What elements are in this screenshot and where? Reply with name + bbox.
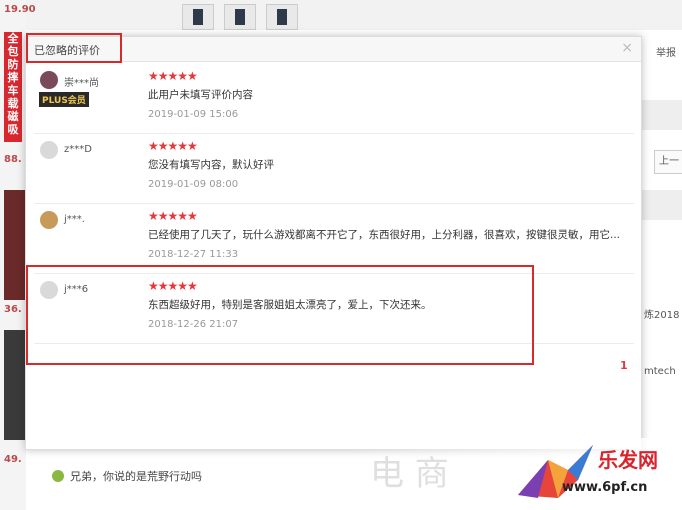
star-rating: ★★★★★ bbox=[148, 209, 198, 223]
product-thumbnail[interactable] bbox=[266, 4, 298, 30]
ignored-reviews-dialog: 已忽略的评价 × 崇***尚 PLUS会员 ★★★★★ 此用户未填写评价内容 2… bbox=[25, 36, 642, 450]
avatar bbox=[40, 141, 58, 159]
price-text: 36. bbox=[4, 304, 22, 315]
review-date: 2019-01-09 15:06 bbox=[148, 109, 239, 120]
review-username: z***D bbox=[64, 144, 92, 155]
star-rating: ★★★★★ bbox=[148, 139, 198, 153]
watermark-url: www.6pf.cn bbox=[562, 480, 648, 495]
highlight-box-review bbox=[26, 265, 534, 365]
right-band bbox=[640, 100, 682, 130]
right-product-text: 炼2018 bbox=[644, 310, 680, 321]
avatar bbox=[40, 71, 58, 89]
report-link[interactable]: 举报 bbox=[656, 44, 676, 59]
review-content: 您没有填写内容，默认好评 bbox=[148, 159, 274, 171]
review-username: 崇***尚 bbox=[64, 78, 99, 89]
star-rating: ★★★★★ bbox=[148, 69, 198, 83]
footer-comment-text: 兄弟，你说的是荒野行动吗 bbox=[70, 470, 202, 483]
price-text: 49. bbox=[4, 454, 22, 465]
review-content: 已经使用了几天了，玩什么游戏都离不开它了，东西很好用，上分利器，很喜欢，按键很灵… bbox=[148, 229, 621, 241]
review-content: 此用户未填写评价内容 bbox=[148, 89, 253, 101]
review-date: 2019-01-09 08:00 bbox=[148, 179, 239, 190]
review-date: 2018-12-27 11:33 bbox=[148, 249, 239, 260]
price-text: 88. bbox=[4, 154, 22, 165]
review-item: j***. ★★★★★ 已经使用了几天了，玩什么游戏都离不开它了，东西很好用，上… bbox=[34, 205, 634, 274]
watermark-text: 电 商 bbox=[370, 454, 449, 494]
prev-button[interactable]: 上一 bbox=[654, 150, 682, 174]
top-strip bbox=[0, 0, 682, 30]
product-thumbnail[interactable] bbox=[224, 4, 256, 30]
plus-member-badge: PLUS会员 bbox=[39, 92, 89, 107]
promo-banner: 全包防摔车载磁吸 bbox=[4, 32, 22, 142]
smile-icon bbox=[52, 470, 64, 482]
close-icon[interactable]: × bbox=[621, 40, 633, 56]
right-band bbox=[640, 190, 682, 220]
watermark-brand: 乐发网 bbox=[598, 448, 658, 472]
review-item: z***D ★★★★★ 您没有填写内容，默认好评 2019-01-09 08:0… bbox=[34, 135, 634, 204]
product-image[interactable] bbox=[4, 190, 26, 300]
highlight-box-title bbox=[26, 33, 122, 63]
product-thumbnail[interactable] bbox=[182, 4, 214, 30]
product-image[interactable] bbox=[4, 330, 26, 440]
right-product-text: mtech bbox=[644, 366, 676, 377]
page-number[interactable]: 1 bbox=[620, 359, 628, 372]
avatar bbox=[40, 211, 58, 229]
review-username: j***. bbox=[64, 214, 85, 225]
footer-comment: 兄弟，你说的是荒野行动吗 bbox=[52, 468, 202, 484]
price-text: 19.90 bbox=[4, 4, 36, 15]
review-item: 崇***尚 PLUS会员 ★★★★★ 此用户未填写评价内容 2019-01-09… bbox=[34, 65, 634, 134]
